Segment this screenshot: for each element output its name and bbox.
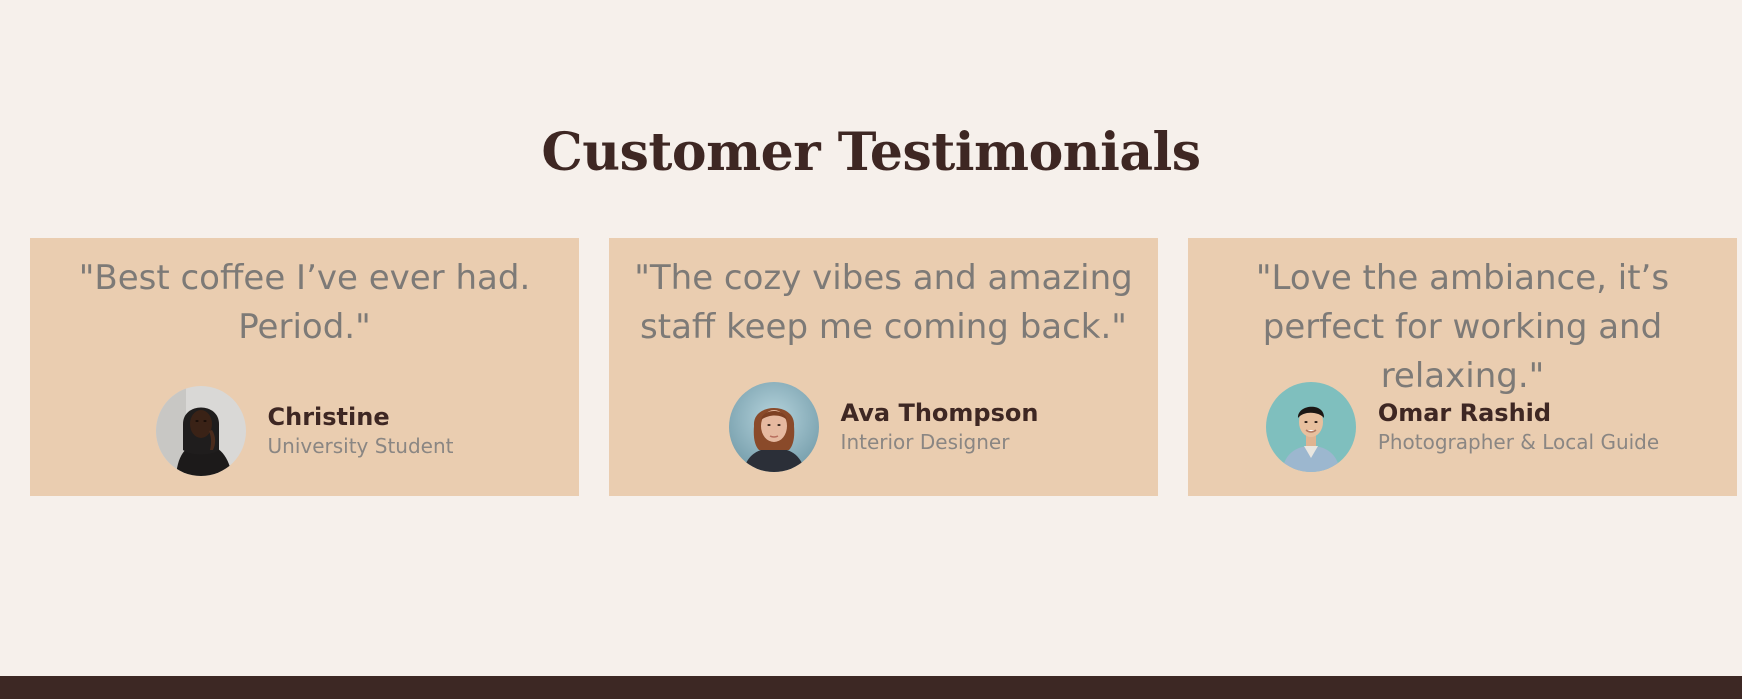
avatar-photo-ava [728, 382, 819, 472]
testimonial-author: Christine University Student [30, 386, 579, 476]
author-info: Omar Rashid Photographer & Local Guide [1378, 398, 1659, 456]
testimonial-quote: "Love the ambiance, it’s perfect for wor… [1255, 258, 1670, 396]
section-title: Customer Testimonials [541, 122, 1201, 183]
testimonials-list: "Best coffee I’ve ever had. Period." Chr… [30, 238, 1738, 496]
testimonial-quote: "The cozy vibes and amazing staff keep m… [634, 258, 1133, 347]
avatar-photo-christine [155, 386, 246, 476]
footer-bar [0, 676, 1742, 699]
author-role: Photographer & Local Guide [1377, 430, 1660, 454]
avatar [155, 386, 246, 476]
testimonial-card: "The cozy vibes and amazing staff keep m… [609, 238, 1158, 496]
testimonial-author: Omar Rashid Photographer & Local Guide [1188, 382, 1737, 472]
author-role: University Student [267, 434, 454, 458]
avatar-photo-omar [1265, 382, 1356, 472]
author-info: Ava Thompson Interior Designer [841, 398, 1039, 456]
author-name: Ava Thompson [840, 399, 1039, 427]
testimonial-card: "Best coffee I’ve ever had. Period." Chr… [30, 238, 579, 496]
testimonial-author: Ava Thompson Interior Designer [609, 382, 1158, 472]
author-name: Christine [267, 403, 390, 431]
author-info: Christine University Student [268, 402, 454, 460]
avatar [728, 382, 819, 472]
author-role: Interior Designer [840, 430, 1010, 454]
testimonial-card: "Love the ambiance, it’s perfect for wor… [1188, 238, 1737, 496]
testimonial-quote: "Best coffee I’ve ever had. Period." [78, 258, 531, 347]
author-name: Omar Rashid [1377, 399, 1552, 427]
avatar [1265, 382, 1356, 472]
